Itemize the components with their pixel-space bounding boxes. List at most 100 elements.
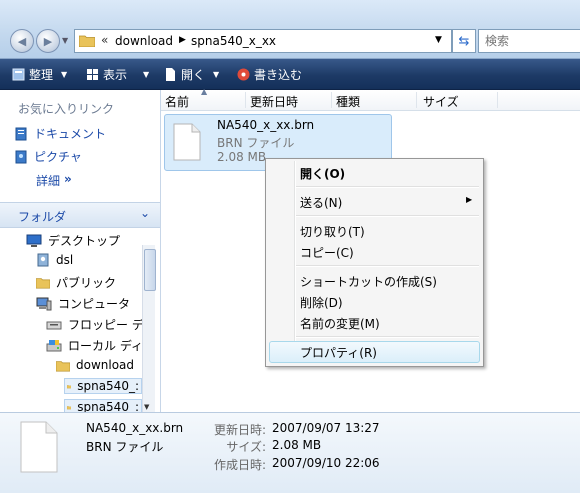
scrollbar-thumb[interactable] [144,249,156,291]
column-header-name[interactable]: 名前 [165,93,189,110]
favorite-link-documents[interactable]: ドキュメント [14,125,106,142]
menu-separator [296,265,479,267]
menu-separator [296,336,479,338]
address-box[interactable]: « download ▶ spna540_x_xx ▼ [74,29,452,53]
menu-separator [296,186,479,188]
tree-item-floppy[interactable]: フロッピー デ [46,316,144,333]
search-input[interactable] [485,34,575,48]
tree-item-desktop[interactable]: デスクトップ [26,232,120,249]
refresh-button[interactable]: ⇆ [452,29,476,53]
details-file-name: NA540_x_xx.brn [86,421,184,435]
details-created-value: 2007/09/10 22:06 [272,456,380,470]
menu-item-cut[interactable]: 切り取り(T) [300,223,365,240]
views-button[interactable]: 表示 ▼ [86,66,149,83]
open-label: 開く [181,68,206,82]
menu-item-send-to[interactable]: 送る(N) [300,194,342,211]
file-size: 2.08 MB [217,150,267,164]
menu-item-delete[interactable]: 削除(D) [300,294,343,311]
tree-item-label: パブリック [56,276,117,290]
tree-item-label: dsl [56,253,74,267]
double-chevron-right-icon[interactable]: » [64,172,72,186]
tree-item-label: download [76,358,135,372]
tree-item-download[interactable]: download [56,358,134,372]
folder-icon [67,384,72,388]
documents-icon [15,127,27,140]
chevron-down-icon: ▼ [213,70,220,79]
scroll-down-icon[interactable]: ▼ [144,403,149,411]
menu-item-properties[interactable]: プロパティ(R) [300,344,377,361]
details-modified-label: 更新日時: [213,423,266,437]
favorite-link-label: ピクチャ [34,150,82,164]
favorite-link-label: ドキュメント [34,127,107,141]
column-header-size[interactable]: サイズ [423,93,459,110]
breadcrumb-download[interactable]: download [115,34,173,48]
document-icon [166,68,175,81]
folder-icon [56,360,70,372]
menu-item-open[interactable]: 開く(O) [300,165,345,182]
tree-item-label: spna540_: [77,379,139,393]
user-folder-icon [37,253,49,267]
arrow-left-icon: ◀ [17,34,27,48]
command-toolbar: 整理 ▼ 表示 ▼ 開く ▼ 書き込む [0,59,580,90]
details-pane: NA540_x_xx.brn BRN ファイル 更新日時: サイズ: 作成日時:… [0,412,580,493]
pictures-icon [15,150,27,163]
back-button[interactable]: ◀ [10,29,34,53]
refresh-icon: ⇆ [458,33,470,49]
file-type: BRN ファイル [217,136,295,150]
floppy-drive-icon [46,321,62,329]
column-header-type[interactable]: 種類 [336,93,360,110]
context-menu: 開く(O) 送る(N) ▶ 切り取り(T) コピー(C) ショートカットの作成(… [265,158,484,367]
menu-item-copy[interactable]: コピー(C) [300,244,354,261]
breadcrumb-separator-icon[interactable]: ▶ [179,35,186,45]
column-divider[interactable] [331,92,332,108]
column-divider[interactable] [497,92,498,108]
open-button[interactable]: 開く ▼ [164,66,219,83]
details-modified-value: 2007/09/07 13:27 [272,421,380,435]
file-name: NA540_x_xx.brn [217,118,315,132]
address-bar-area: ◀ ▶ ▼ « download ▶ spna540_x_xx ▼ ⇆ [0,0,580,59]
favorite-links-title: お気に入りリンク [18,102,115,116]
organize-label: 整理 [29,68,54,82]
folder-icon [36,278,50,289]
submenu-arrow-icon: ▶ [466,195,473,204]
address-dropdown-icon[interactable]: ▼ [435,35,442,45]
details-file-type: BRN ファイル [86,440,164,454]
tree-item-label: コンピュータ [58,297,131,311]
menu-item-rename[interactable]: 名前の変更(M) [300,315,380,332]
more-links[interactable]: 詳細 [36,172,60,189]
favorite-link-pictures[interactable]: ピクチャ [14,148,82,165]
tree-item-local-disk[interactable]: ローカル ディ [46,337,143,354]
tree-item-spna540-1[interactable]: spna540_: [64,378,142,394]
tree-item-public[interactable]: パブリック [36,274,116,291]
folder-icon [79,35,95,47]
column-divider[interactable] [416,92,417,108]
tree-item-computer[interactable]: コンピュータ [36,295,130,312]
search-box[interactable] [478,29,580,53]
menu-item-create-shortcut[interactable]: ショートカットの作成(S) [300,273,437,290]
navigation-pane: お気に入りリンク ドキュメント ピクチャ 詳細 » フォルダ ⌄ デスクトップ … [0,90,161,415]
views-label: 表示 [103,68,128,82]
tree-item-label: ローカル ディ [68,339,143,353]
details-size-label: サイズ: [226,440,266,454]
breadcrumb-current-folder[interactable]: spna540_x_xx [191,34,276,48]
chevron-down-icon: ▼ [61,70,68,79]
organize-button[interactable]: 整理 ▼ [12,66,67,83]
desktop-icon [26,234,42,247]
computer-icon [36,297,52,310]
recent-pages-dropdown[interactable]: ▼ [62,36,68,45]
folder-tree-scrollbar[interactable]: ▼ [142,245,156,415]
forward-button[interactable]: ▶ [36,29,60,53]
burn-button[interactable]: 書き込む [237,66,302,83]
column-headers: 名前 ▲ 更新日時 種類 サイズ [161,87,580,111]
burn-label: 書き込む [254,68,303,82]
tree-item-label: フロッピー デ [68,318,144,332]
details-created-label: 作成日時: [213,458,266,472]
folders-header[interactable]: フォルダ ⌄ [0,202,160,228]
chevron-down-icon: ▼ [143,70,150,79]
breadcrumb-overflow[interactable]: « [101,33,108,47]
arrow-right-icon: ▶ [43,34,53,48]
views-icon [87,69,98,80]
column-header-modified[interactable]: 更新日時 [250,93,298,110]
column-divider[interactable] [245,92,246,108]
tree-item-dsl[interactable]: dsl [36,253,73,267]
